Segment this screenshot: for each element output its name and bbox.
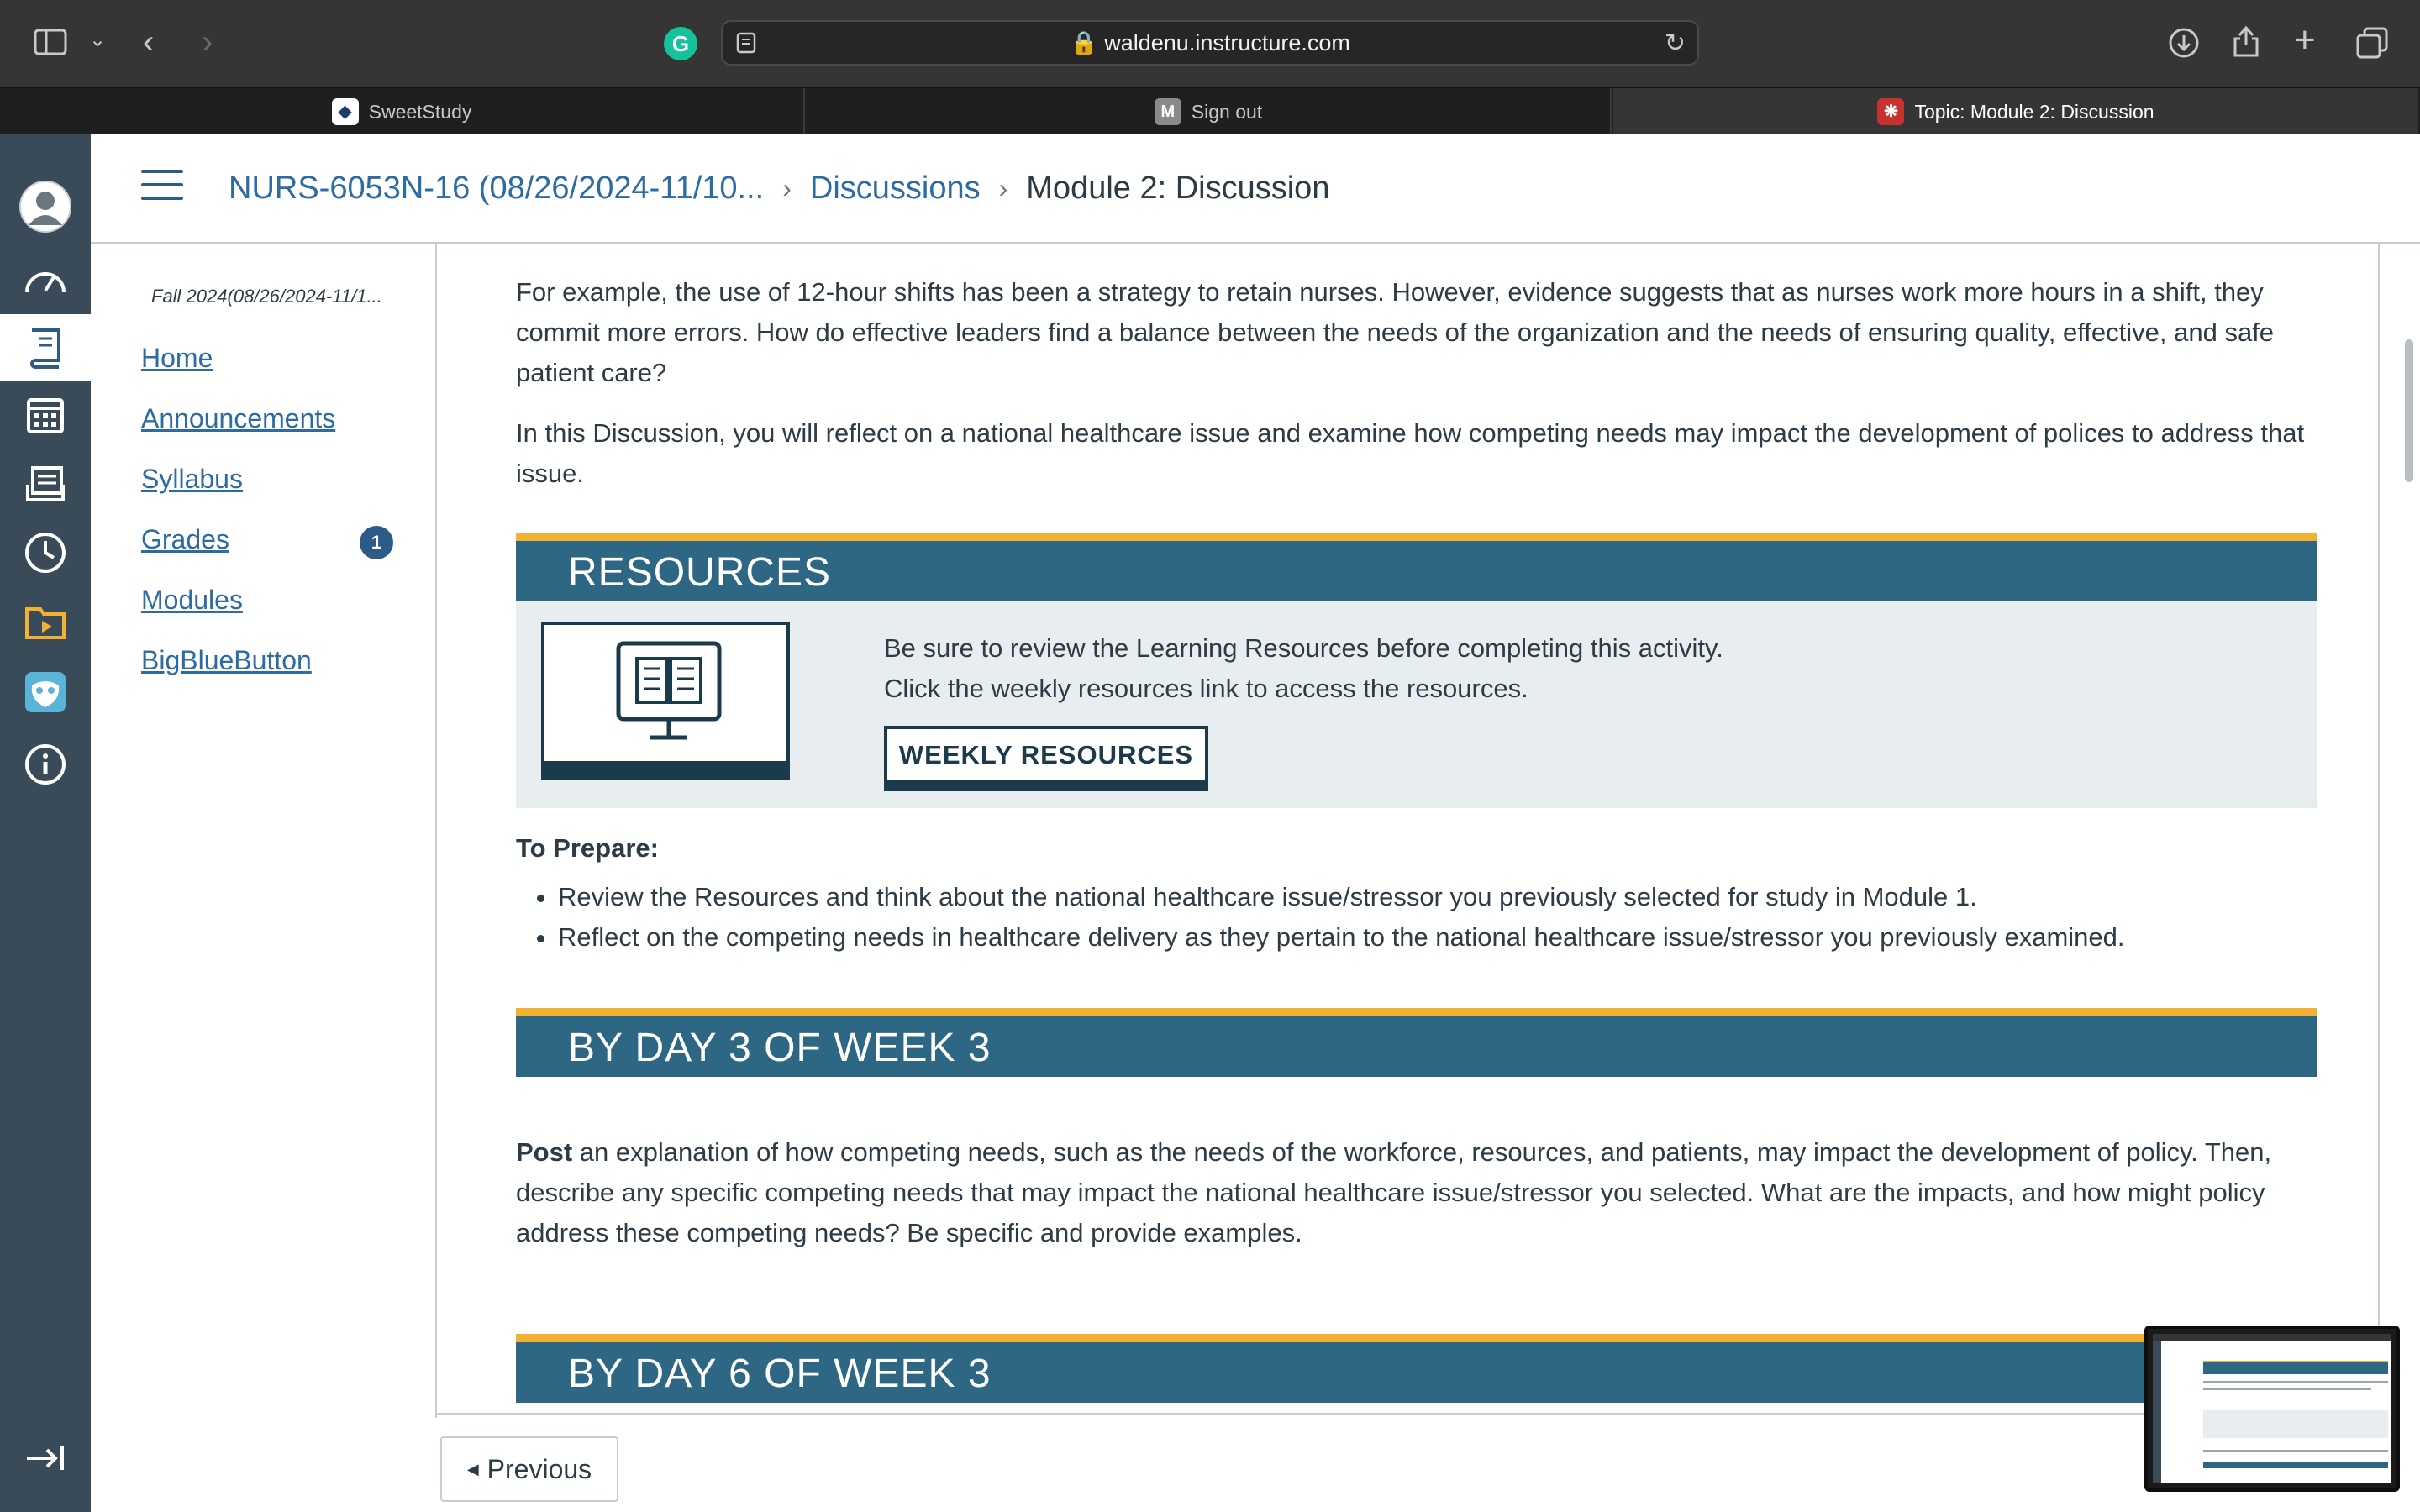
course-navigation: Fall 2024(08/26/2024-11/1... Home Announ… bbox=[91, 242, 437, 1418]
new-tab-icon[interactable]: + bbox=[2294, 22, 2316, 59]
list-item: Review the Resources and think about the… bbox=[558, 877, 2317, 917]
inbox-icon[interactable] bbox=[0, 450, 91, 517]
course-nav-home[interactable]: Home bbox=[141, 343, 213, 374]
resources-line-1: Be sure to review the Learning Resources… bbox=[884, 633, 1723, 663]
address-bar[interactable]: 🔒 waldenu.instructure.com ↻ bbox=[721, 20, 1699, 66]
resources-section: RESOURCES Be sure to review the Learning… bbox=[516, 533, 2317, 808]
intro-paragraph: For example, the use of 12-hour shifts h… bbox=[516, 277, 2275, 387]
day3-paragraph: Post an explanation of how competing nee… bbox=[516, 1132, 2317, 1253]
day3-banner: BY DAY 3 OF WEEK 3 bbox=[516, 1008, 2317, 1077]
list-item: Reflect on the competing needs in health… bbox=[558, 917, 2317, 958]
page-scrollbar[interactable] bbox=[2405, 339, 2413, 482]
download-icon[interactable] bbox=[2168, 27, 2200, 64]
chevron-right-icon: › bbox=[782, 172, 792, 203]
footer-divider bbox=[435, 1413, 2317, 1415]
breadcrumb-course[interactable]: NURS-6053N-16 (08/26/2024-11/10... bbox=[229, 171, 764, 207]
history-icon[interactable] bbox=[0, 519, 91, 586]
resources-banner: RESOURCES bbox=[516, 533, 2317, 601]
day6-title: BY DAY 6 OF WEEK 3 bbox=[568, 1352, 992, 1396]
to-prepare-heading: To Prepare: bbox=[516, 833, 659, 863]
caret-left-icon: ◀ bbox=[466, 1460, 479, 1478]
day3-text: an explanation of how competing needs, s… bbox=[516, 1137, 2272, 1247]
forward-icon[interactable]: › bbox=[202, 25, 213, 59]
lock-icon: 🔒 bbox=[1070, 30, 1098, 55]
grammarly-icon[interactable]: G bbox=[664, 27, 697, 60]
course-nav-modules[interactable]: Modules bbox=[141, 585, 243, 616]
tab-overview-icon[interactable] bbox=[2356, 27, 2388, 64]
commons-icon[interactable] bbox=[0, 588, 91, 655]
content-border bbox=[2378, 242, 2380, 1418]
course-header: NURS-6053N-16 (08/26/2024-11/10... › Dis… bbox=[91, 134, 2420, 244]
day3-lead: Post bbox=[516, 1137, 573, 1167]
resources-box: Be sure to review the Learning Resources… bbox=[516, 601, 2317, 808]
back-icon[interactable]: ‹ bbox=[143, 25, 154, 59]
sweetstudy-icon: ◆ bbox=[331, 98, 359, 125]
monitor-book-icon bbox=[541, 622, 790, 780]
resources-title: RESOURCES bbox=[568, 550, 832, 595]
tab-sweetstudy[interactable]: ◆ SweetStudy bbox=[0, 88, 805, 135]
day6-banner: BY DAY 6 OF WEEK 3 bbox=[516, 1334, 2317, 1403]
calendar-icon[interactable] bbox=[0, 381, 91, 449]
resources-text: Be sure to review the Learning Resources… bbox=[884, 628, 1723, 709]
breadcrumb-discussions[interactable]: Discussions bbox=[810, 171, 981, 207]
dashboard-icon[interactable] bbox=[0, 247, 91, 314]
tab-bar: ◆ SweetStudy M Sign out ❋ Topic: Module … bbox=[0, 87, 2420, 135]
share-icon[interactable] bbox=[2232, 24, 2260, 64]
breadcrumb-current: Module 2: Discussion bbox=[1026, 170, 1330, 206]
resources-line-2: Click the weekly resources link to acces… bbox=[884, 674, 1528, 703]
previous-button[interactable]: ◀ Previous bbox=[440, 1436, 618, 1502]
collapse-nav-icon[interactable] bbox=[0, 1425, 91, 1492]
walden-icon: ❋ bbox=[1877, 98, 1905, 125]
course-nav-grades[interactable]: Grades bbox=[141, 524, 229, 555]
previous-label: Previous bbox=[487, 1453, 592, 1484]
day3-title: BY DAY 3 OF WEEK 3 bbox=[568, 1026, 992, 1070]
tab-sign-out[interactable]: M Sign out bbox=[807, 88, 1612, 135]
browser-toolbar: ⌄ ‹ › G 🔒 waldenu.instructure.com ↻ + bbox=[0, 0, 2420, 87]
url-text: 🔒 waldenu.instructure.com bbox=[1070, 30, 1350, 55]
m-icon: M bbox=[1154, 98, 1181, 125]
breadcrumb: NURS-6053N-16 (08/26/2024-11/10... › Dis… bbox=[229, 134, 1329, 242]
weekly-resources-button[interactable]: WEEKLY RESOURCES bbox=[884, 726, 1208, 791]
course-nav-bigbluebutton[interactable]: BigBlueButton bbox=[141, 645, 312, 676]
screenshot-thumbnail[interactable] bbox=[2144, 1326, 2400, 1492]
course-nav-announcements[interactable]: Announcements bbox=[141, 403, 335, 434]
reload-icon[interactable]: ↻ bbox=[1665, 29, 1686, 58]
owl-icon[interactable] bbox=[0, 659, 91, 726]
chevron-right-icon: › bbox=[998, 172, 1008, 203]
discussion-paragraph: In this Discussion, you will reflect on … bbox=[516, 418, 2305, 488]
courses-icon[interactable] bbox=[0, 314, 91, 381]
global-navigation bbox=[0, 134, 91, 1512]
grades-count-badge: 1 bbox=[360, 526, 393, 559]
hamburger-menu-icon[interactable] bbox=[141, 170, 183, 203]
tab-module-2-discussion[interactable]: ❋ Topic: Module 2: Discussion bbox=[1613, 88, 2418, 135]
help-icon[interactable] bbox=[0, 731, 91, 798]
account-avatar-icon[interactable] bbox=[0, 173, 91, 240]
discussion-content: For example, the use of 12-hour shifts h… bbox=[516, 242, 2317, 1403]
course-term: Fall 2024(08/26/2024-11/1... bbox=[151, 286, 382, 307]
sidebar-toggle-icon[interactable] bbox=[34, 29, 67, 60]
chevron-down-icon[interactable]: ⌄ bbox=[89, 30, 106, 50]
course-nav-syllabus[interactable]: Syllabus bbox=[141, 464, 243, 495]
to-prepare-list: Review the Resources and think about the… bbox=[516, 877, 2317, 958]
